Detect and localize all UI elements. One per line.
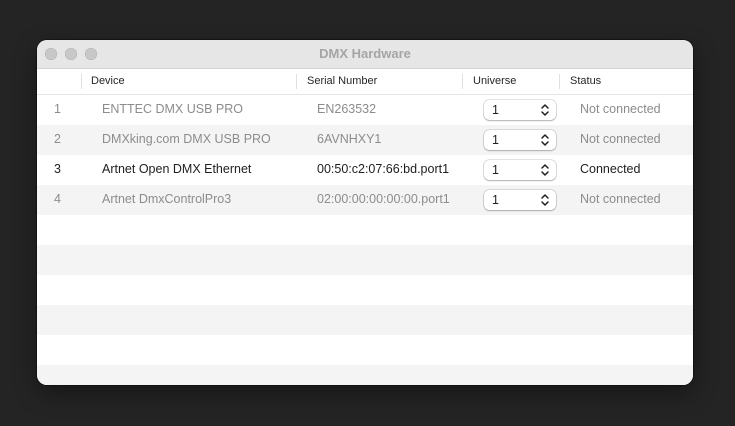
title-bar[interactable]: DMX Hardware xyxy=(37,40,693,69)
column-divider[interactable] xyxy=(296,74,297,89)
status-text: Not connected xyxy=(580,132,661,146)
universe-value: 1 xyxy=(492,133,499,147)
empty-row xyxy=(37,245,693,275)
device-name: Artnet Open DMX Ethernet xyxy=(102,162,252,176)
serial-number: 02:00:00:00:00:00.port1 xyxy=(317,192,450,206)
dmx-hardware-window: DMX Hardware Device Serial Number Univer… xyxy=(37,40,693,385)
device-name: DMXking.com DMX USB PRO xyxy=(102,132,271,146)
up-down-chevron-icon xyxy=(541,164,549,176)
serial-number: 6AVNHXY1 xyxy=(317,132,382,146)
table-row[interactable]: 4 Artnet DmxControlPro3 02:00:00:00:00:0… xyxy=(37,185,693,215)
status-text: Not connected xyxy=(580,192,661,206)
column-header-index[interactable] xyxy=(37,69,81,94)
row-index: 2 xyxy=(54,132,61,146)
empty-row xyxy=(37,335,693,365)
table-row[interactable]: 1 ENTTEC DMX USB PRO EN263532 1 Not conn… xyxy=(37,95,693,125)
empty-row xyxy=(37,275,693,305)
up-down-chevron-icon xyxy=(541,134,549,146)
universe-select[interactable]: 1 xyxy=(484,160,556,180)
universe-select[interactable]: 1 xyxy=(484,130,556,150)
table-row[interactable]: 2 DMXking.com DMX USB PRO 6AVNHXY1 1 Not… xyxy=(37,125,693,155)
empty-row xyxy=(37,305,693,335)
column-header-universe[interactable]: Universe xyxy=(473,69,516,94)
universe-cell: 1 xyxy=(484,190,556,210)
serial-number: 00:50:c2:07:66:bd.port1 xyxy=(317,162,450,176)
column-header-device[interactable]: Device xyxy=(91,69,125,94)
empty-row xyxy=(37,215,693,245)
status-text: Connected xyxy=(580,162,641,176)
universe-select[interactable]: 1 xyxy=(484,100,556,120)
up-down-chevron-icon xyxy=(541,104,549,116)
column-divider[interactable] xyxy=(81,74,82,89)
device-name: ENTTEC DMX USB PRO xyxy=(102,102,243,116)
table-header: Device Serial Number Universe Status xyxy=(37,69,693,95)
universe-cell: 1 xyxy=(484,100,556,120)
status-text: Not connected xyxy=(580,102,661,116)
universe-value: 1 xyxy=(492,103,499,117)
empty-row xyxy=(37,365,693,385)
column-header-status[interactable]: Status xyxy=(570,69,601,94)
table-row[interactable]: 3 Artnet Open DMX Ethernet 00:50:c2:07:6… xyxy=(37,155,693,185)
universe-cell: 1 xyxy=(484,130,556,150)
window-title: DMX Hardware xyxy=(319,46,411,61)
universe-value: 1 xyxy=(492,193,499,207)
column-divider[interactable] xyxy=(462,74,463,89)
row-index: 4 xyxy=(54,192,61,206)
device-name: Artnet DmxControlPro3 xyxy=(102,192,232,206)
up-down-chevron-icon xyxy=(541,194,549,206)
row-index: 3 xyxy=(54,162,61,176)
universe-value: 1 xyxy=(492,163,499,177)
table-body: 1 ENTTEC DMX USB PRO EN263532 1 Not conn… xyxy=(37,95,693,385)
universe-select[interactable]: 1 xyxy=(484,190,556,210)
column-header-serial-number[interactable]: Serial Number xyxy=(307,69,377,94)
universe-cell: 1 xyxy=(484,160,556,180)
row-index: 1 xyxy=(54,102,61,116)
column-divider[interactable] xyxy=(559,74,560,89)
serial-number: EN263532 xyxy=(317,102,377,116)
